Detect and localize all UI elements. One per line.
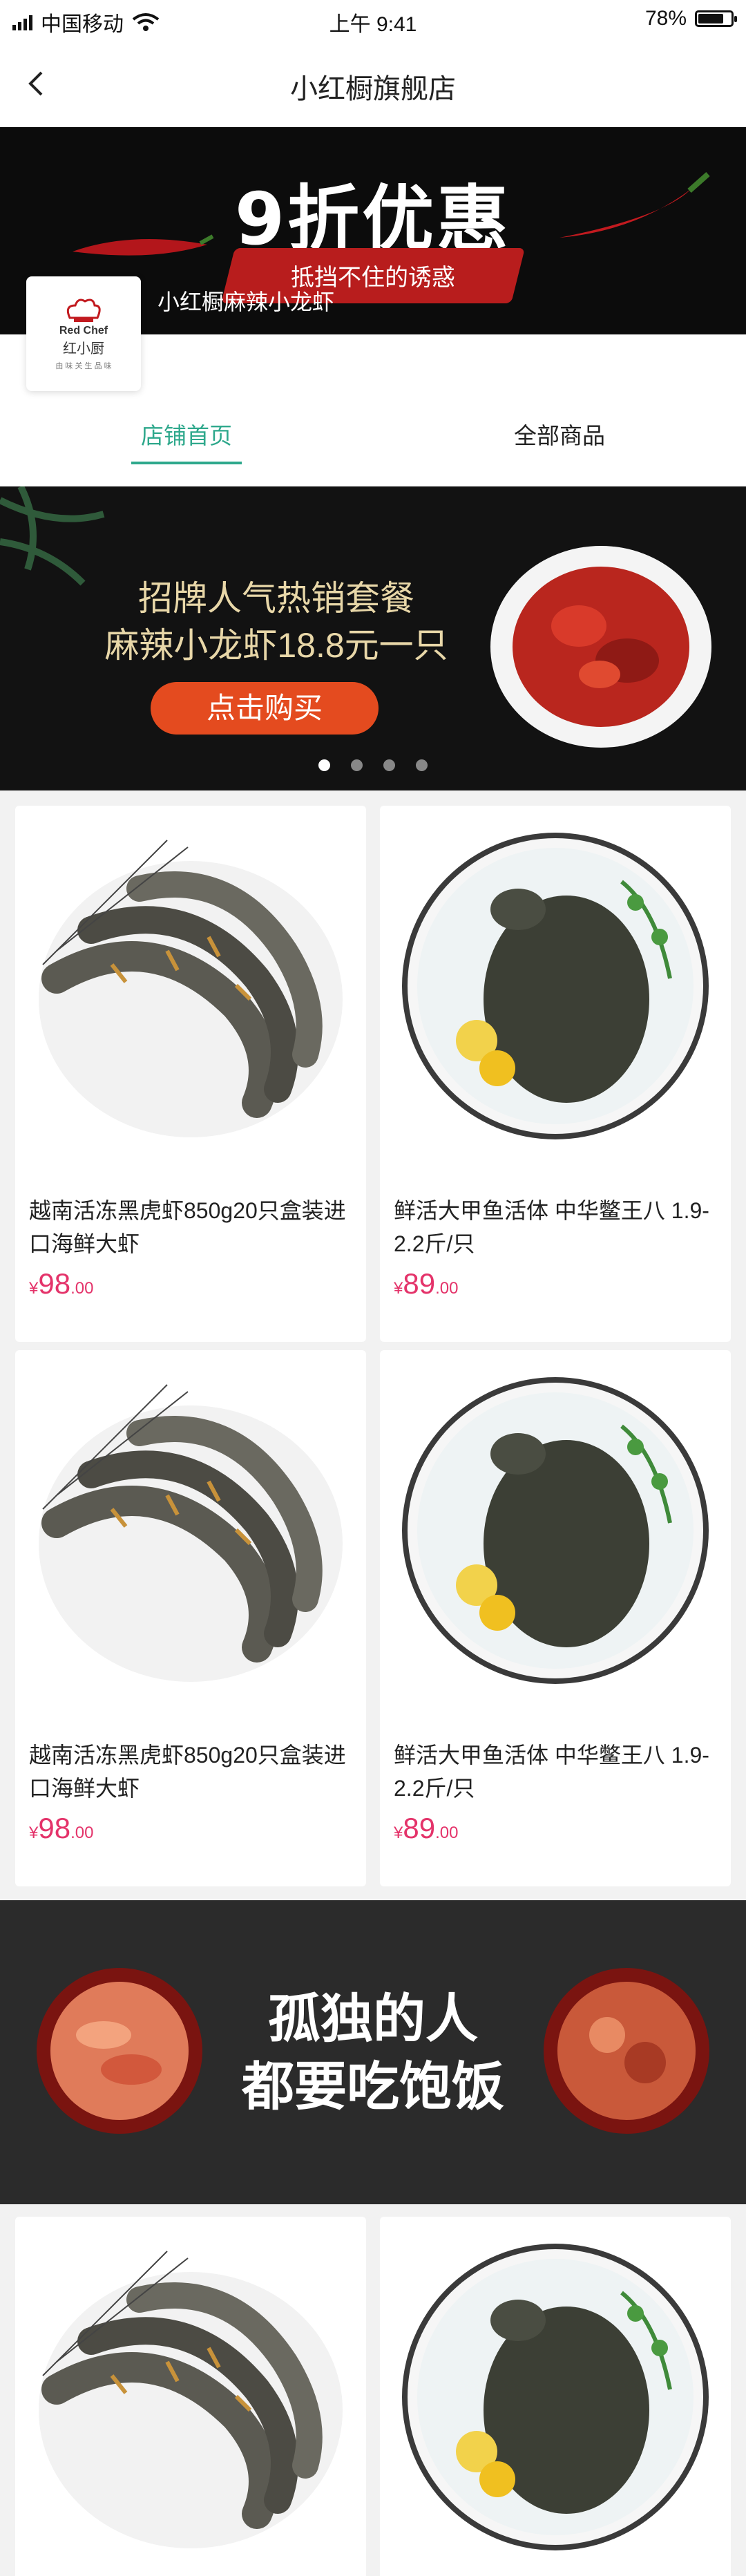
crayfish-dish-image xyxy=(490,546,711,748)
logo-english: Red Chef xyxy=(59,324,108,337)
product-name: 鲜活大甲鱼活体 中华鳖王八 1.9-2.2斤/只 xyxy=(394,1743,709,1801)
product-name: 越南活冻黑虎虾850g20只盒装进口海鲜大虾 xyxy=(29,1743,346,1801)
logo-tagline: 由 味 关 生 品 味 xyxy=(55,361,112,370)
promo-subtitle: 麻辣小龙虾18.8元一只 xyxy=(104,626,448,665)
product-card[interactable]: 鲜活大甲鱼活体 中华鳖王八 1.9-2.2斤/只 ¥89.00 xyxy=(380,1350,731,1886)
ad-headline-2: 都要吃饱饭 xyxy=(242,2056,504,2117)
product-card[interactable]: 鲜活大甲鱼活体 中华鳖王八 1.9-2.2斤/只 ¥89.00 xyxy=(380,806,731,1342)
product-name: 越南活冻黑虎虾850g20只盒装进口海鲜大虾 xyxy=(29,1198,346,1256)
price-decimal: .00 xyxy=(435,1279,459,1298)
battery-percent: 78% xyxy=(644,7,687,30)
product-card[interactable]: 越南活冻黑虎虾850g20只盒装进口海鲜大虾 ¥98.00 xyxy=(15,1350,366,1886)
logo-chinese: 红小厨 xyxy=(63,341,104,357)
tab-all-products[interactable]: 全部商品 xyxy=(373,394,746,486)
product-price: ¥98.00 xyxy=(29,1267,93,1300)
store-logo: Red Chef 红小厨 由 味 关 生 品 味 xyxy=(26,276,141,391)
product-card[interactable]: 越南活冻黑虎虾850g20只盒装进口海鲜大虾 ¥98.00 xyxy=(15,806,366,1342)
price-decimal: .00 xyxy=(70,1279,94,1298)
product-grid-2 xyxy=(0,2204,746,2576)
product-price: ¥98.00 xyxy=(29,1812,93,1845)
store-name: 小红橱麻辣小龙虾 xyxy=(157,290,335,314)
carousel-dot[interactable] xyxy=(351,759,363,771)
nav-bar: 小红橱旗舰店 xyxy=(0,40,746,127)
clock: 上午 9:41 xyxy=(329,13,417,36)
product-name: 鲜活大甲鱼活体 中华鳖王八 1.9-2.2斤/只 xyxy=(394,1198,709,1256)
carousel-dots xyxy=(0,759,746,771)
price-integer: 89 xyxy=(403,1812,436,1844)
buy-now-button[interactable]: 点击购买 xyxy=(151,682,379,735)
product-image xyxy=(394,2237,717,2557)
tab-indicator xyxy=(131,462,242,464)
product-price: ¥89.00 xyxy=(394,1812,458,1845)
ad-headline-1: 孤独的人 xyxy=(268,1988,478,2049)
product-price: ¥89.00 xyxy=(394,1267,458,1300)
product-card[interactable] xyxy=(380,2217,731,2576)
product-image xyxy=(29,1371,352,1690)
ad-banner[interactable]: 孤独的人 都要吃饱饭 xyxy=(0,1900,746,2204)
product-image xyxy=(29,2237,352,2557)
tab-store-home[interactable]: 店铺首页 xyxy=(0,394,373,486)
price-integer: 89 xyxy=(403,1267,436,1300)
page-title: 小红橱旗舰店 xyxy=(290,74,456,104)
price-decimal: .00 xyxy=(435,1824,459,1842)
tab-label: 店铺首页 xyxy=(141,423,232,448)
octopus-bowl-image xyxy=(544,1968,709,2134)
currency-symbol: ¥ xyxy=(29,1824,39,1842)
product-grid: 越南活冻黑虎虾850g20只盒装进口海鲜大虾 ¥98.00 鲜活大甲鱼活体 中华… xyxy=(0,790,746,1886)
currency-symbol: ¥ xyxy=(394,1279,403,1298)
seafood-bowl-image xyxy=(37,1968,202,2134)
promo-title: 招牌人气热销套餐 xyxy=(138,579,414,618)
product-image xyxy=(394,826,717,1146)
product-image xyxy=(394,1371,717,1690)
price-decimal: .00 xyxy=(70,1824,94,1842)
battery-icon xyxy=(695,10,737,27)
currency-symbol: ¥ xyxy=(394,1824,403,1842)
status-bar: 中国移动 上午 9:41 78% xyxy=(0,0,746,40)
tab-label: 全部商品 xyxy=(514,423,605,448)
carousel-dot[interactable] xyxy=(318,759,330,771)
currency-symbol: ¥ xyxy=(29,1279,39,1298)
carousel-dot[interactable] xyxy=(383,759,395,771)
chef-hat-icon xyxy=(66,299,101,322)
tab-bar: 店铺首页 全部商品 xyxy=(0,394,746,486)
promo-carousel[interactable]: 招牌人气热销套餐 麻辣小龙虾18.8元一只 点击购买 xyxy=(0,486,746,790)
price-integer: 98 xyxy=(38,1812,71,1844)
price-integer: 98 xyxy=(38,1267,71,1300)
carousel-dot[interactable] xyxy=(416,759,428,771)
product-image xyxy=(29,826,352,1146)
product-card[interactable] xyxy=(15,2217,366,2576)
